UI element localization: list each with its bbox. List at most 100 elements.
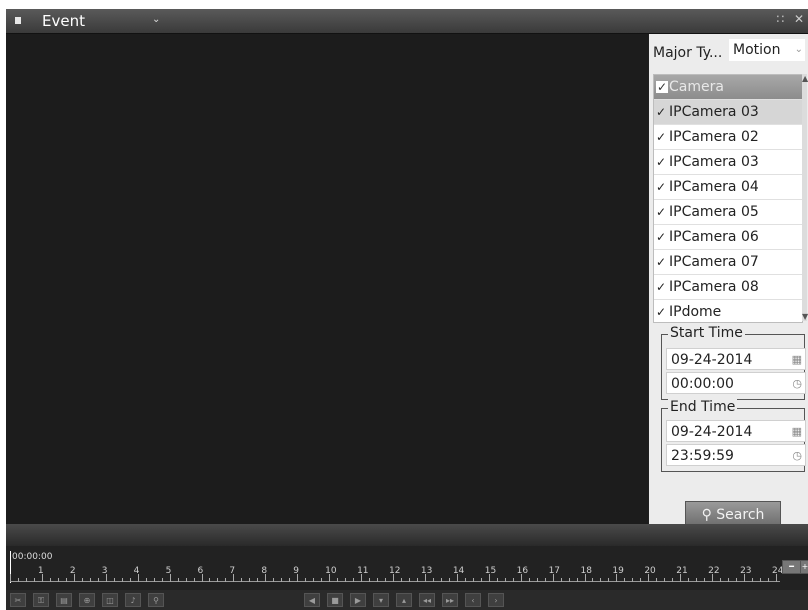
timeline-tick: [177, 578, 179, 582]
timeline-tick: [664, 578, 666, 582]
fullscreen-icon[interactable]: ∷: [776, 12, 784, 26]
timeline-tick: [704, 578, 706, 582]
lock-icon[interactable]: ⚿: [33, 593, 49, 607]
close-icon[interactable]: ✕: [794, 12, 804, 26]
timeline-hour-label: 18: [580, 566, 592, 576]
checkbox-icon[interactable]: ✓: [656, 200, 668, 224]
save-icon[interactable]: ▤: [56, 593, 72, 607]
camera-row[interactable]: ✓ IPCamera 02: [654, 125, 802, 150]
camera-row[interactable]: ✓ IPCamera 05: [654, 200, 802, 225]
timeline-tick: [544, 578, 546, 582]
camera-row[interactable]: ✓ IPdome: [654, 300, 802, 322]
next-day-icon[interactable]: ›: [488, 593, 504, 607]
camera-row[interactable]: ✓ IPCamera 08: [654, 275, 802, 300]
checkbox-icon[interactable]: ✓: [656, 81, 668, 93]
calendar-icon[interactable]: ▦: [792, 421, 802, 443]
timeline[interactable]: 00:00:00 1 2 3 4 5 6 7 8 9 10 11 12 13 14 15 16 17 18 19 20…: [6, 546, 808, 590]
checkbox-icon[interactable]: ✓: [656, 175, 668, 199]
clip-icon[interactable]: ✂: [10, 593, 26, 607]
start-time-label: Start Time: [668, 325, 745, 341]
timeline-tick: [448, 578, 450, 582]
fast-icon[interactable]: ▴: [396, 593, 412, 607]
checkbox-icon[interactable]: ✓: [656, 225, 668, 249]
checkbox-icon[interactable]: ✓: [656, 150, 668, 174]
timeline-tick: [768, 578, 770, 582]
camera-header-label: Camera: [669, 79, 724, 95]
camera-name: IPCamera 05: [669, 204, 759, 220]
start-clock-field[interactable]: 00:00:00 ◷: [666, 372, 806, 394]
major-type-value: Motion: [733, 42, 781, 58]
camera-row[interactable]: ✓ IPCamera 03: [654, 150, 802, 175]
playback-toolbar: ✂ ⚿ ▤ ⊕ ◫ ♪ ⚲ ◀ ■ ▶ ▾ ▴ ◂◂ ▸▸ ‹ ›: [6, 590, 808, 610]
timeline-tick: [440, 578, 442, 582]
zoom-in-button[interactable]: +: [800, 560, 808, 574]
audio-icon[interactable]: ♪: [125, 593, 141, 607]
camera-name: IPCamera 03: [669, 154, 759, 170]
checkbox-icon[interactable]: ✓: [656, 250, 668, 274]
timeline-tick: [241, 578, 243, 582]
play-icon[interactable]: ▶: [350, 593, 366, 607]
slow-icon[interactable]: ▾: [373, 593, 389, 607]
camera-list-header[interactable]: ✓ Camera: [654, 75, 802, 100]
timeline-tick: [185, 578, 187, 582]
timeline-tick: [289, 578, 291, 582]
start-date-field[interactable]: 09-24-2014 ▦: [666, 348, 806, 370]
timeline-tick: [193, 578, 195, 582]
checkbox-icon[interactable]: ✓: [656, 300, 668, 322]
start-time-group: Start Time 09-24-2014 ▦ 00:00:00 ◷: [661, 325, 806, 400]
timeline-tick: [137, 574, 139, 582]
timeline-tick: [424, 574, 426, 582]
timeline-hour-label: 13: [420, 566, 433, 576]
search-button-label: Search: [716, 507, 765, 523]
camera-name: IPdome: [669, 304, 722, 320]
zoom-out-button[interactable]: ━: [782, 560, 801, 574]
end-date-field[interactable]: 09-24-2014 ▦: [666, 420, 806, 442]
timeline-tick: [305, 578, 307, 582]
camera-row[interactable]: ✓ IPCamera 07: [654, 250, 802, 275]
reverse-play-icon[interactable]: ◀: [304, 593, 320, 607]
clock-icon[interactable]: ◷: [792, 445, 802, 467]
major-type-select[interactable]: Motion ⌄: [729, 39, 805, 61]
timeline-hour-label: 19: [612, 566, 624, 576]
timeline-tick: [760, 578, 762, 582]
timeline-tick: [472, 578, 474, 582]
timeline-tick: [377, 578, 379, 582]
checkbox-icon[interactable]: ✓: [656, 125, 668, 149]
clock-icon[interactable]: ◷: [792, 373, 802, 395]
video-display[interactable]: [6, 34, 648, 524]
timeline-tick: [712, 574, 714, 582]
timeline-tick: [416, 578, 418, 582]
timeline-tick: [225, 578, 227, 582]
timeline-tick: [536, 578, 538, 582]
skip-back-icon[interactable]: ◂◂: [419, 593, 435, 607]
timeline-tick: [273, 578, 275, 582]
timeline-tick: [400, 578, 402, 582]
timeline-tick: [169, 574, 171, 582]
camera-row[interactable]: ✓ IPCamera 04: [654, 175, 802, 200]
timeline-tick: [512, 578, 514, 582]
chevron-down-icon: ⌄: [794, 44, 803, 55]
snapshot-icon[interactable]: ◫: [102, 593, 118, 607]
camera-row[interactable]: ✓ IPCamera 06: [654, 225, 802, 250]
scroll-down-icon[interactable]: ▼: [802, 312, 808, 321]
digital-zoom-icon[interactable]: ⊕: [79, 593, 95, 607]
timeline-tick: [385, 578, 387, 582]
checkbox-icon[interactable]: ✓: [656, 275, 668, 299]
timeline-tick: [776, 574, 777, 582]
prev-day-icon[interactable]: ‹: [465, 593, 481, 607]
camera-row[interactable]: ✓ IPCamera 03: [654, 100, 802, 125]
camera-list-scrollbar[interactable]: ▲ ▼: [802, 74, 808, 321]
timeline-tick: [65, 578, 67, 582]
calendar-icon[interactable]: ▦: [792, 349, 802, 371]
zoom-icon[interactable]: ⚲: [148, 593, 164, 607]
event-playback-window: Event ⌄ ∷ ✕ Major Ty... Motion ⌄ ✓ Camera…: [6, 9, 808, 610]
end-clock-field[interactable]: 23:59:59 ◷: [666, 444, 806, 466]
chevron-down-icon[interactable]: ⌄: [152, 14, 160, 25]
checkbox-icon[interactable]: ✓: [656, 100, 668, 124]
timeline-tick: [456, 574, 458, 582]
skip-forward-icon[interactable]: ▸▸: [442, 593, 458, 607]
camera-list[interactable]: ✓ Camera ✓ IPCamera 03 ✓ IPCamera 02 ✓ IPCam…: [653, 74, 803, 323]
scroll-up-icon[interactable]: ▲: [802, 74, 808, 83]
stop-icon[interactable]: ■: [327, 593, 343, 607]
start-clock-value: 00:00:00: [671, 376, 734, 392]
